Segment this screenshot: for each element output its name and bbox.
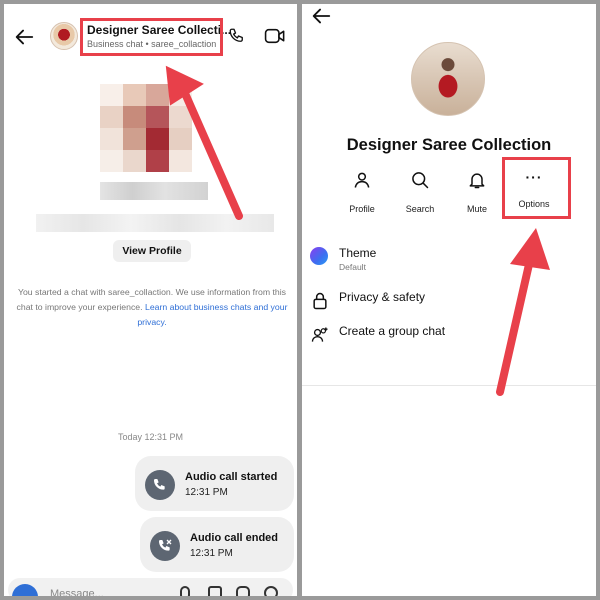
back-arrow-icon[interactable] bbox=[310, 5, 332, 27]
call-title: Audio call started bbox=[185, 471, 278, 483]
divider bbox=[302, 385, 596, 386]
missed-call-icon bbox=[150, 531, 180, 561]
timestamp: Today 12:31 PM bbox=[117, 432, 184, 442]
menu-label: Create a group chat bbox=[339, 324, 446, 338]
video-call-icon[interactable] bbox=[264, 27, 286, 45]
blurred-name bbox=[100, 182, 208, 200]
call-time: 12:31 PM bbox=[190, 548, 233, 559]
profile-label: Profile bbox=[349, 204, 375, 214]
highlight-box bbox=[80, 18, 223, 56]
chat-screen: Designer Saree Collecti... Business chat… bbox=[4, 4, 297, 596]
phone-call-icon bbox=[145, 470, 175, 500]
profile-name: Designer Saree Collection bbox=[346, 136, 552, 154]
mute-label: Mute bbox=[466, 204, 487, 214]
person-icon bbox=[354, 172, 370, 188]
call-bubble-ended[interactable]: Audio call ended 12:31 PM bbox=[140, 517, 294, 572]
chat-details-screen: Designer Saree Collection Profile Search… bbox=[302, 4, 596, 596]
blurred-details bbox=[36, 214, 274, 232]
profile-avatar[interactable] bbox=[411, 42, 485, 116]
annotation-arrow bbox=[496, 228, 550, 396]
theme-icon bbox=[310, 247, 328, 265]
call-bubble-started[interactable]: Audio call started 12:31 PM bbox=[135, 456, 294, 511]
blurred-profile-photo bbox=[100, 84, 192, 172]
camera-icon[interactable] bbox=[12, 584, 38, 596]
menu-label: Theme bbox=[339, 246, 377, 260]
highlight-box bbox=[502, 157, 571, 219]
menu-sublabel: Default bbox=[339, 262, 366, 272]
call-time: 12:31 PM bbox=[185, 487, 228, 498]
call-title: Audio call ended bbox=[190, 532, 279, 544]
bell-icon bbox=[469, 173, 485, 189]
view-profile-button[interactable]: View Profile bbox=[113, 240, 191, 262]
avatar[interactable] bbox=[50, 22, 78, 50]
back-arrow-icon[interactable] bbox=[13, 26, 35, 48]
phone-icon[interactable] bbox=[228, 27, 246, 45]
mute-button[interactable]: Mute bbox=[449, 170, 505, 214]
message-composer[interactable]: Message... bbox=[8, 578, 293, 596]
add-icon[interactable] bbox=[264, 586, 278, 596]
sticker-icon[interactable] bbox=[236, 586, 250, 596]
group-add-icon bbox=[311, 327, 328, 342]
message-input[interactable]: Message... bbox=[50, 588, 104, 596]
chat-intro-text: You started a chat with saree_collaction… bbox=[16, 285, 288, 330]
search-button[interactable]: Search bbox=[392, 170, 448, 214]
microphone-icon[interactable] bbox=[180, 586, 190, 596]
menu-label: Privacy & safety bbox=[339, 290, 426, 304]
lock-icon bbox=[313, 292, 327, 310]
gallery-icon[interactable] bbox=[208, 586, 222, 596]
search-icon bbox=[412, 172, 429, 189]
business-chats-link[interactable]: Learn about business chats and your priv… bbox=[137, 302, 287, 327]
profile-button[interactable]: Profile bbox=[334, 170, 390, 214]
search-label: Search bbox=[405, 204, 435, 214]
